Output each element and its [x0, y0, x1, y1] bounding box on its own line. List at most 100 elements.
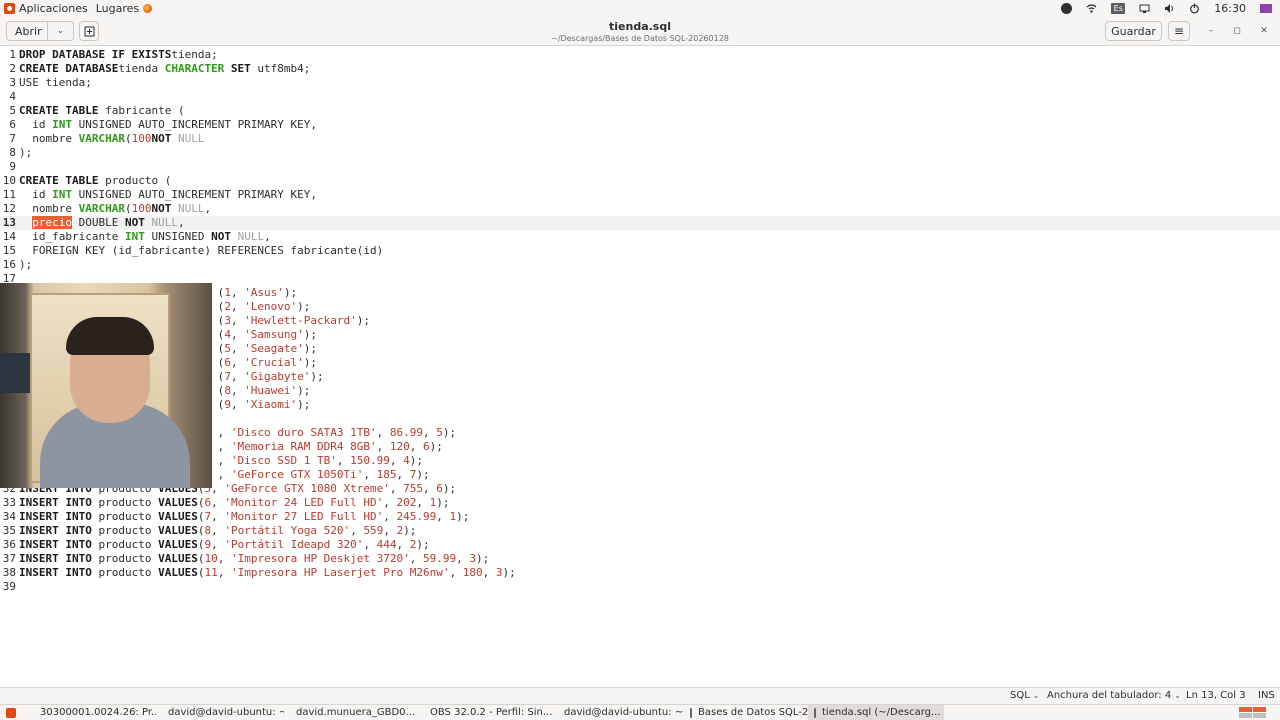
code-line[interactable]: 9 — [0, 160, 1280, 174]
minimize-icon[interactable]: – — [1204, 24, 1218, 38]
language-selector[interactable]: SQL ⌄ — [1010, 690, 1040, 701]
code-token: , — [363, 468, 377, 481]
code-text[interactable]: precio DOUBLE NOT NULL, — [19, 216, 185, 229]
code-text[interactable]: DROP DATABASE IF EXISTStienda; — [19, 48, 218, 61]
new-document-button[interactable] — [79, 21, 99, 41]
code-line[interactable]: 12 nombre VARCHAR(100NOT NULL, — [0, 202, 1280, 216]
volume-icon[interactable] — [1164, 3, 1175, 14]
chevron-down-icon: ⌄ — [1174, 691, 1181, 700]
taskbar-window-button[interactable]: OBS 32.0.2 - Perfil: Sin... — [418, 705, 552, 720]
code-token: VALUES — [158, 510, 198, 523]
code-text[interactable]: nombre VARCHAR(100NOT NULL, — [19, 202, 211, 215]
code-line[interactable]: 13 precio DOUBLE NOT NULL, — [0, 216, 1280, 230]
code-line[interactable]: 1 DROP DATABASE IF EXISTStienda; — [0, 48, 1280, 62]
applications-menu[interactable]: Aplicaciones — [0, 0, 92, 16]
user-menu-icon[interactable] — [1260, 3, 1272, 13]
code-text[interactable]: CREATE TABLE fabricante ( — [19, 104, 185, 117]
code-token: 'Monitor 24 LED Full HD' — [224, 496, 384, 509]
code-text[interactable]: id_fabricante INT UNSIGNED NOT NULL, — [19, 230, 270, 243]
keyboard-language-indicator[interactable]: Es — [1111, 2, 1126, 14]
code-line[interactable]: 39 — [0, 580, 1280, 594]
show-desktop-button[interactable] — [0, 705, 28, 720]
code-text[interactable]: nombre VARCHAR(100NOT NULL — [19, 132, 204, 145]
code-text[interactable]: FOREIGN KEY (id_fabricante) REFERENCES f… — [19, 244, 383, 257]
line-number: 34 — [2, 510, 16, 523]
code-text[interactable]: INSERT INTO producto VALUES(11, 'Impreso… — [19, 566, 516, 579]
line-number: 6 — [9, 118, 16, 131]
code-text[interactable]: INSERT INTO producto VALUES(7, 'Monitor … — [19, 510, 469, 523]
taskbar-window-button[interactable]: david.munuera_GBD0... — [284, 705, 418, 720]
taskbar-window-button[interactable]: Bases de Datos SQL-2... — [684, 705, 808, 720]
code-token: ); — [356, 314, 371, 327]
code-line[interactable]: 34 INSERT INTO producto VALUES(7, 'Monito… — [0, 510, 1280, 524]
code-line[interactable]: 2 CREATE DATABASEtienda CHARACTER SET utf… — [0, 62, 1280, 76]
code-line[interactable]: 3 USE tienda; — [0, 76, 1280, 90]
code-token: ); — [403, 524, 417, 537]
code-text[interactable]: USE tienda; — [19, 76, 92, 89]
line-number: 38 — [2, 566, 16, 579]
code-line[interactable]: 8); — [0, 146, 1280, 160]
code-text[interactable]: INSERT INTO producto VALUES(6, 'Monitor … — [19, 496, 450, 509]
code-line[interactable]: 35 INSERT INTO producto VALUES(8, 'Portát… — [0, 524, 1280, 538]
taskbar-window-button[interactable]: tienda.sql (~/Descarg... — [808, 704, 944, 720]
code-token: 6 — [436, 482, 443, 495]
code-line[interactable]: 4 — [0, 90, 1280, 104]
code-token: 245.99 — [396, 510, 437, 523]
webcam-overlay — [0, 283, 212, 488]
code-line[interactable]: 5 CREATE TABLE fabricante ( — [0, 104, 1280, 118]
code-line[interactable]: 14 id_fabricante INT UNSIGNED NOT NULL, — [0, 230, 1280, 244]
cursor-position[interactable]: Ln 13, Col 3 — [1186, 690, 1246, 701]
code-text[interactable]: id INT UNSIGNED AUTO_INCREMENT PRIMARY K… — [19, 118, 317, 131]
code-line[interactable]: 38 INSERT INTO producto VALUES(11, 'Impre… — [0, 566, 1280, 580]
code-text[interactable]: ); — [19, 146, 32, 159]
taskbar-window-label: Bases de Datos SQL-2... — [698, 707, 808, 718]
code-line[interactable]: 15 FOREIGN KEY (id_fabricante) REFERENCE… — [0, 244, 1280, 258]
code-line[interactable]: 11 id INT UNSIGNED AUTO_INCREMENT PRIMAR… — [0, 188, 1280, 202]
code-token: 7 — [224, 370, 231, 383]
code-text[interactable]: INSERT INTO producto VALUES(9, 'Portátil… — [19, 538, 430, 551]
code-token: 'Impresora HP Laserjet Pro M26nw' — [230, 566, 450, 579]
maximize-icon[interactable]: ◻ — [1230, 24, 1244, 38]
hamburger-menu-icon[interactable]: ≡ — [1168, 21, 1190, 41]
open-button[interactable]: Abrir ⌄ — [6, 21, 74, 41]
line-number: 37 — [2, 552, 16, 565]
close-icon[interactable]: ✕ — [1257, 24, 1271, 38]
code-line[interactable]: 36 INSERT INTO producto VALUES(9, 'Portát… — [0, 538, 1280, 552]
code-text[interactable]: INSERT INTO producto VALUES(10, 'Impreso… — [19, 552, 489, 565]
places-menu[interactable]: Lugares — [92, 0, 156, 16]
code-token: , — [177, 216, 185, 229]
taskbar-window-button[interactable]: 30300001.0024.26: Pr... — [28, 705, 156, 720]
taskbar-window-label: OBS 32.0.2 - Perfil: Sin... — [430, 707, 552, 718]
chevron-down-icon[interactable]: ⌄ — [47, 22, 73, 40]
code-line[interactable]: 16); — [0, 258, 1280, 272]
save-button[interactable]: Guardar — [1105, 21, 1162, 41]
code-text[interactable]: CREATE TABLE producto ( — [19, 174, 171, 187]
workspace-switcher[interactable] — [1239, 707, 1266, 712]
clock[interactable]: 16:30 — [1214, 2, 1246, 15]
code-token: 5 — [436, 426, 443, 439]
code-token: 59.99 — [423, 552, 457, 565]
code-line[interactable]: 33 INSERT INTO producto VALUES(6, 'Monito… — [0, 496, 1280, 510]
taskbar-window-button[interactable]: david@david-ubuntu: ~ — [552, 705, 684, 720]
code-token: ); — [303, 328, 318, 341]
tab-width-selector[interactable]: Anchura del tabulador: 4 ⌄ — [1047, 690, 1181, 701]
code-text[interactable]: ); — [19, 258, 32, 271]
code-token: , — [350, 524, 364, 537]
code-token: 'Samsung' — [244, 328, 304, 341]
code-line[interactable]: 37 INSERT INTO producto VALUES(10, 'Impre… — [0, 552, 1280, 566]
code-line[interactable]: 10 CREATE TABLE producto ( — [0, 174, 1280, 188]
wifi-icon[interactable] — [1086, 3, 1097, 14]
code-line[interactable]: 7 nombre VARCHAR(100NOT NULL — [0, 132, 1280, 146]
line-number: 13 — [2, 216, 16, 229]
power-icon[interactable] — [1189, 3, 1200, 14]
code-text[interactable]: INSERT INTO producto VALUES(8, 'Portátil… — [19, 524, 416, 537]
obs-tray-icon[interactable] — [1061, 2, 1073, 14]
code-line[interactable]: 6 id INT UNSIGNED AUTO_INCREMENT PRIMARY… — [0, 118, 1280, 132]
firefox-launcher-icon[interactable] — [143, 3, 153, 13]
network-icon[interactable] — [1139, 3, 1150, 14]
workspace-switcher-row2[interactable] — [1239, 713, 1266, 718]
taskbar-window-button[interactable]: david@david-ubuntu: ~ — [156, 705, 284, 720]
code-text[interactable]: CREATE DATABASEtienda CHARACTER SET utf8… — [19, 62, 310, 75]
code-text[interactable]: id INT UNSIGNED AUTO_INCREMENT PRIMARY K… — [19, 188, 317, 201]
